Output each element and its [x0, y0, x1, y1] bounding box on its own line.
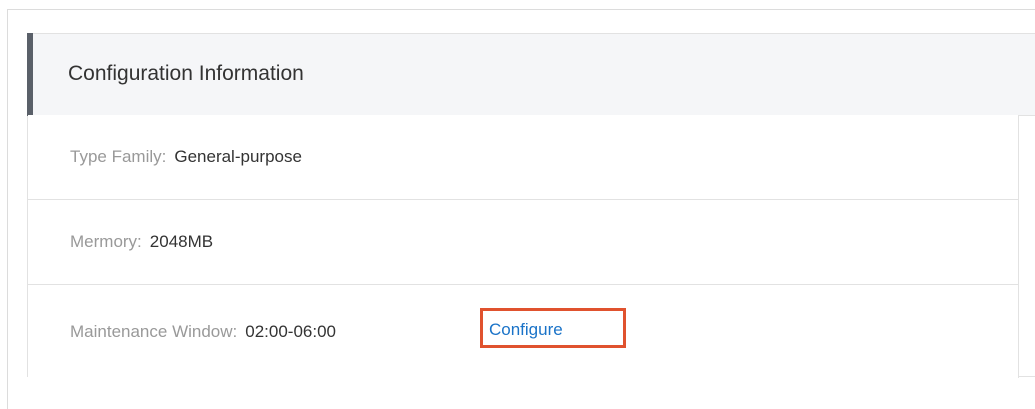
- row-content: Maintenance Window: 02:00-06:00: [70, 321, 336, 343]
- configure-highlight-box: Configure: [480, 308, 626, 348]
- row-content: Type Family: General-purpose: [70, 146, 302, 168]
- row-content: Mermory: 2048MB: [70, 231, 213, 253]
- header-accent-bar: [27, 33, 33, 116]
- panel-header: Configuration Information: [27, 33, 1035, 116]
- maintenance-window-value: 02:00-06:00: [245, 322, 337, 341]
- memory-label: Mermory:: [70, 232, 142, 251]
- type-family-value: General-purpose: [174, 147, 302, 166]
- maintenance-window-label: Maintenance Window:: [70, 322, 238, 341]
- type-family-label: Type Family:: [70, 147, 167, 166]
- memory-value: 2048MB: [149, 232, 214, 251]
- info-row-maintenance-window: Maintenance Window: 02:00-06:00 Configure: [28, 285, 1018, 377]
- right-column-divider: [1018, 116, 1019, 378]
- configure-link[interactable]: Configure: [489, 320, 563, 340]
- info-row-type-family: Type Family: General-purpose: [28, 115, 1018, 200]
- panel-title: Configuration Information: [68, 62, 304, 85]
- configuration-panel: Configuration Information Type Family: Ge…: [27, 33, 1035, 378]
- info-row-memory: Mermory: 2048MB: [28, 200, 1018, 285]
